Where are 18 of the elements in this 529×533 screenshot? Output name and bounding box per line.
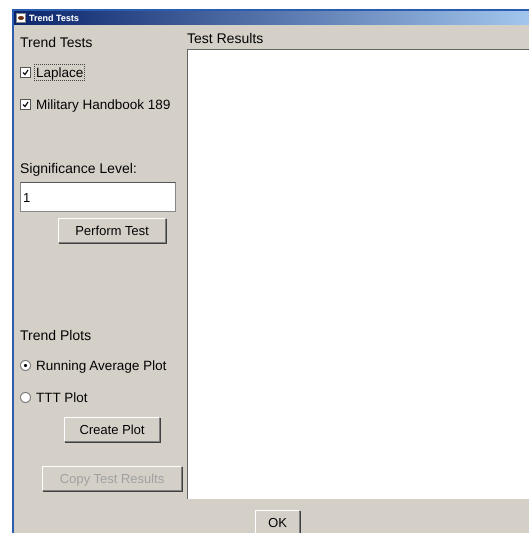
checkbox-label[interactable]: Military Handbook 189 xyxy=(34,96,172,112)
section-heading: Trend Plots xyxy=(20,327,92,343)
app-icon xyxy=(16,13,26,23)
checkbox[interactable] xyxy=(20,66,31,78)
checkbox[interactable] xyxy=(20,98,31,110)
section-heading: Trend Tests xyxy=(20,34,92,50)
radio-label[interactable]: TTT Plot xyxy=(34,388,90,406)
radio-button[interactable] xyxy=(20,360,31,370)
perform-test-button[interactable]: Perform Test xyxy=(58,218,166,243)
create-plot-button[interactable]: Create Plot xyxy=(64,417,160,442)
radio-button[interactable] xyxy=(20,392,31,402)
checkbox-label[interactable]: Laplace xyxy=(34,64,86,80)
field-label: Significance Level: xyxy=(20,160,137,176)
window-title: Trend Tests xyxy=(29,13,79,23)
results-label: Test Results xyxy=(187,30,264,46)
ok-button[interactable]: OK xyxy=(255,510,300,533)
significance-field[interactable]: 1 xyxy=(20,182,176,212)
radio-label[interactable]: Running Average Plot xyxy=(34,356,168,374)
